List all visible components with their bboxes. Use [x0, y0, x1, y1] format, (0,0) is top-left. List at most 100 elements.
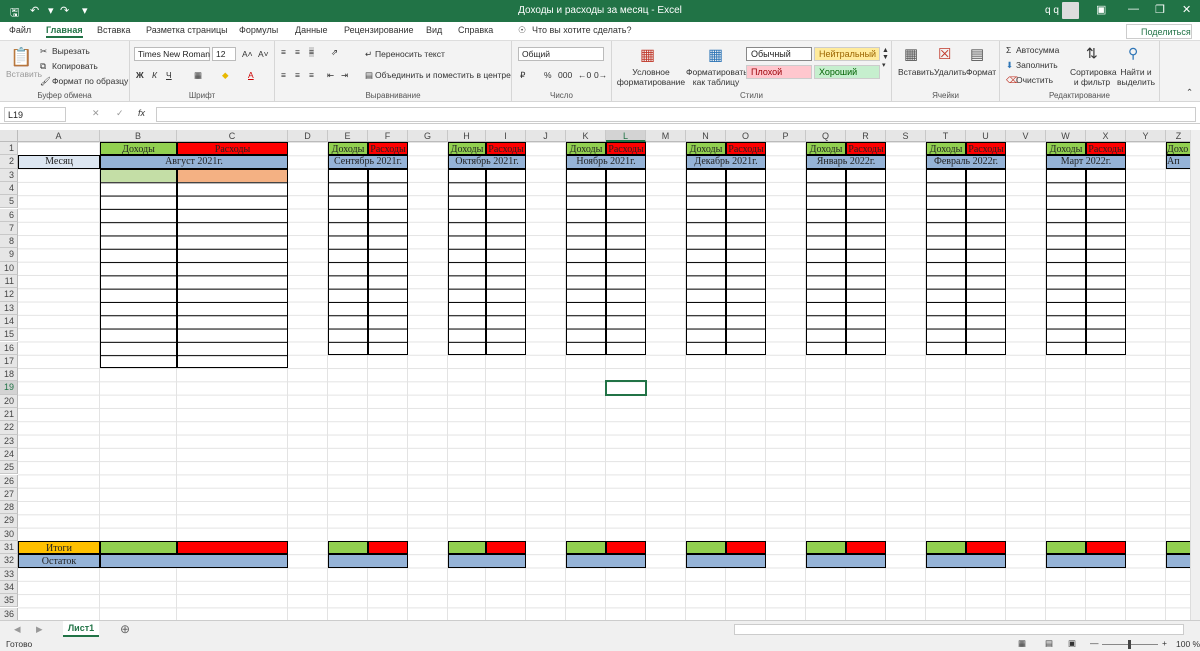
prev-sheet-icon[interactable]: ◀: [14, 624, 21, 635]
active-cell-L19[interactable]: [605, 380, 647, 396]
tab-data[interactable]: Данные: [295, 25, 328, 35]
row-header-12[interactable]: 12: [0, 288, 18, 302]
align-top-icon[interactable]: ≡: [281, 47, 286, 57]
row-header-33[interactable]: 33: [0, 567, 18, 581]
style-neutral[interactable]: Нейтральный: [814, 47, 880, 61]
tell-me-box[interactable]: Что вы хотите сделать?: [532, 25, 632, 35]
row-header-7[interactable]: 7: [0, 221, 18, 236]
find-select-button[interactable]: Найти и выделить: [1114, 67, 1158, 87]
balance-cell[interactable]: [686, 554, 766, 568]
income-total-cell[interactable]: [566, 541, 606, 555]
expense-column[interactable]: [486, 168, 526, 355]
row-header-21[interactable]: 21: [0, 408, 18, 422]
row-header-36[interactable]: 36: [0, 607, 18, 620]
maximize-icon[interactable]: ❐: [1155, 3, 1165, 16]
font-name-select[interactable]: Times New Roman: [134, 47, 210, 61]
expense-column[interactable]: [368, 168, 408, 355]
format-as-table-button[interactable]: Форматировать как таблицу: [686, 67, 748, 87]
format-painter-button[interactable]: Формат по образцу: [52, 76, 128, 86]
income-total-cell[interactable]: [448, 541, 486, 555]
income-column[interactable]: [686, 168, 726, 355]
outdent-icon[interactable]: ⇤: [327, 70, 334, 81]
orientation-icon[interactable]: ⇗: [331, 47, 338, 58]
next-sheet-icon[interactable]: ▶: [36, 624, 43, 635]
row-header-32[interactable]: 32: [0, 554, 18, 568]
expense-total-cell[interactable]: [726, 541, 766, 555]
row-header-19[interactable]: 19: [0, 381, 18, 395]
function-icon[interactable]: fx: [138, 108, 145, 118]
income-total-cell[interactable]: [1046, 541, 1086, 555]
balance-cell[interactable]: [926, 554, 1006, 568]
tab-insert[interactable]: Вставка: [97, 25, 130, 35]
expense-total-cell[interactable]: [846, 541, 886, 555]
row-header-30[interactable]: 30: [0, 527, 18, 541]
column-header-W[interactable]: W: [1046, 130, 1086, 142]
italic-icon[interactable]: К: [152, 70, 157, 80]
share-button[interactable]: Поделиться: [1126, 24, 1192, 39]
column-header-C[interactable]: C: [177, 130, 288, 142]
clear-button[interactable]: Очистить: [1016, 75, 1053, 85]
tab-home[interactable]: Главная: [46, 25, 83, 38]
formula-input[interactable]: [156, 107, 1196, 122]
horizontal-scrollbar[interactable]: [734, 624, 1184, 635]
balance-cell[interactable]: [566, 554, 646, 568]
income-total-cell[interactable]: [100, 541, 177, 555]
minimize-icon[interactable]: —: [1128, 3, 1139, 15]
font-size-select[interactable]: 12: [212, 47, 236, 61]
expense-total-cell[interactable]: [177, 541, 288, 555]
worksheet-grid[interactable]: A B C D E F G H I J K L M N O P Q R S T U V W X Y Z 1 2 3 4 5 6 7 8 9 10 11 1…: [0, 130, 1190, 620]
row-header-1[interactable]: 1: [0, 142, 18, 156]
align-right-icon[interactable]: ≡: [309, 70, 314, 80]
row-header-35[interactable]: 35: [0, 594, 18, 608]
balance-cell[interactable]: [100, 554, 288, 568]
name-box[interactable]: L19: [4, 107, 66, 122]
row-header-9[interactable]: 9: [0, 248, 18, 262]
expense-column[interactable]: [726, 168, 766, 355]
row-header-6[interactable]: 6: [0, 208, 18, 222]
zoom-thumb[interactable]: [1128, 640, 1131, 649]
expense-column[interactable]: [1086, 168, 1126, 355]
tab-view[interactable]: Вид: [426, 25, 442, 35]
column-header-Q[interactable]: Q: [806, 130, 846, 142]
row-header-14[interactable]: 14: [0, 314, 18, 329]
income-column[interactable]: [328, 168, 368, 355]
income-total-cell[interactable]: [926, 541, 966, 555]
row-header-22[interactable]: 22: [0, 421, 18, 435]
row-header-2[interactable]: 2: [0, 155, 18, 169]
thousands-icon[interactable]: 000: [558, 70, 572, 80]
row-header-29[interactable]: 29: [0, 514, 18, 528]
select-all-corner[interactable]: [0, 130, 18, 142]
income-column[interactable]: [1046, 168, 1086, 355]
expense-input-cell[interactable]: [178, 169, 287, 182]
autosum-button[interactable]: Автосумма: [1016, 45, 1059, 55]
paste-button[interactable]: Вставить: [6, 69, 42, 79]
expense-total-cell[interactable]: [966, 541, 1006, 555]
column-header-J[interactable]: J: [526, 130, 566, 142]
paste-icon[interactable]: 📋: [10, 47, 32, 68]
column-header-L[interactable]: L: [606, 130, 646, 142]
row-header-31[interactable]: 31: [0, 541, 18, 555]
row-header-13[interactable]: 13: [0, 301, 18, 315]
column-header-G[interactable]: G: [408, 130, 448, 142]
increase-decimal-icon[interactable]: ←0: [578, 70, 591, 80]
column-header-V[interactable]: V: [1006, 130, 1046, 142]
column-header-M[interactable]: M: [646, 130, 686, 142]
borders-icon[interactable]: ▦: [194, 70, 202, 81]
expense-total-cell[interactable]: [606, 541, 646, 555]
column-header-X[interactable]: X: [1086, 130, 1126, 142]
column-header-A[interactable]: A: [18, 130, 100, 142]
expense-column[interactable]: [606, 168, 646, 355]
column-header-E[interactable]: E: [328, 130, 368, 142]
sheet-tab-1[interactable]: Лист1: [63, 621, 99, 637]
fill-color-icon[interactable]: ◆: [222, 70, 229, 81]
row-header-3[interactable]: 3: [0, 168, 18, 182]
column-header-B[interactable]: B: [100, 130, 177, 142]
row-header-20[interactable]: 20: [0, 394, 18, 408]
avatar[interactable]: [1062, 2, 1079, 19]
zoom-out-icon[interactable]: —: [1090, 638, 1099, 648]
grow-font-icon[interactable]: A˄: [242, 49, 253, 59]
collapse-ribbon-icon[interactable]: ⌃: [1186, 87, 1193, 98]
tab-help[interactable]: Справка: [458, 25, 493, 35]
row-header-18[interactable]: 18: [0, 368, 18, 382]
expense-total-cell[interactable]: [1086, 541, 1126, 555]
